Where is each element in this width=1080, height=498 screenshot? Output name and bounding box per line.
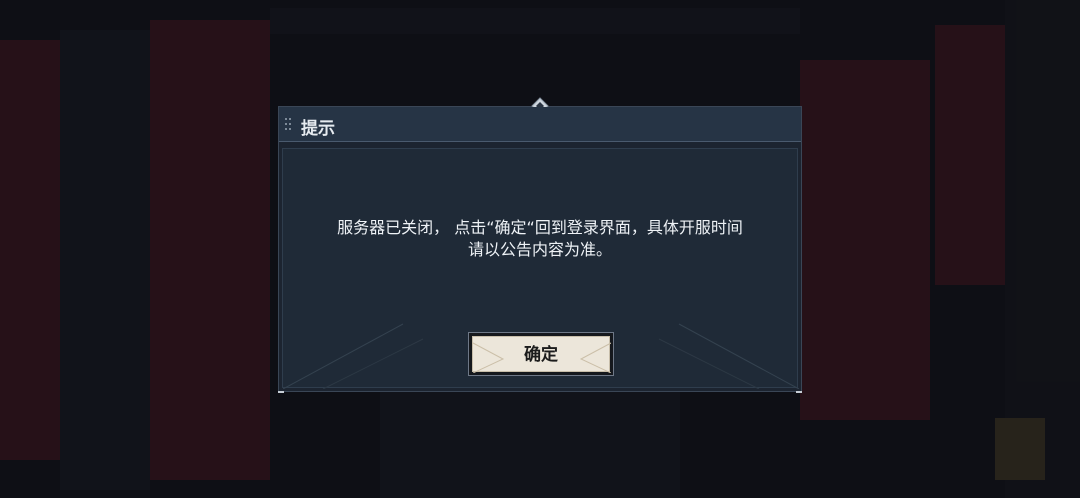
grip-icon (285, 118, 293, 130)
message-line: 服务器已关闭， 点击“确定“回到登录界面，具体开服时间 (337, 218, 743, 237)
confirm-button-face: 确定 (472, 336, 611, 373)
dialog-header: 提示 (279, 107, 801, 142)
confirm-button-label: 确定 (524, 345, 558, 365)
corner-tick (278, 391, 284, 393)
corner-tick (796, 391, 802, 393)
message-line: 请以公告内容为准。 (467, 240, 612, 259)
dialog-message: 服务器已关闭， 点击“确定“回到登录界面，具体开服时间 请以公告内容为准。 (283, 217, 797, 261)
notice-dialog: 提示 服务器已关闭， 点击“确定“回到登录界面，具体开服时间 请以公告内容为准。… (278, 97, 802, 393)
dialog-body: 服务器已关闭， 点击“确定“回到登录界面，具体开服时间 请以公告内容为准。 确定 (282, 148, 799, 389)
dialog-title: 提示 (301, 119, 335, 139)
confirm-button[interactable]: 确定 (468, 332, 614, 376)
